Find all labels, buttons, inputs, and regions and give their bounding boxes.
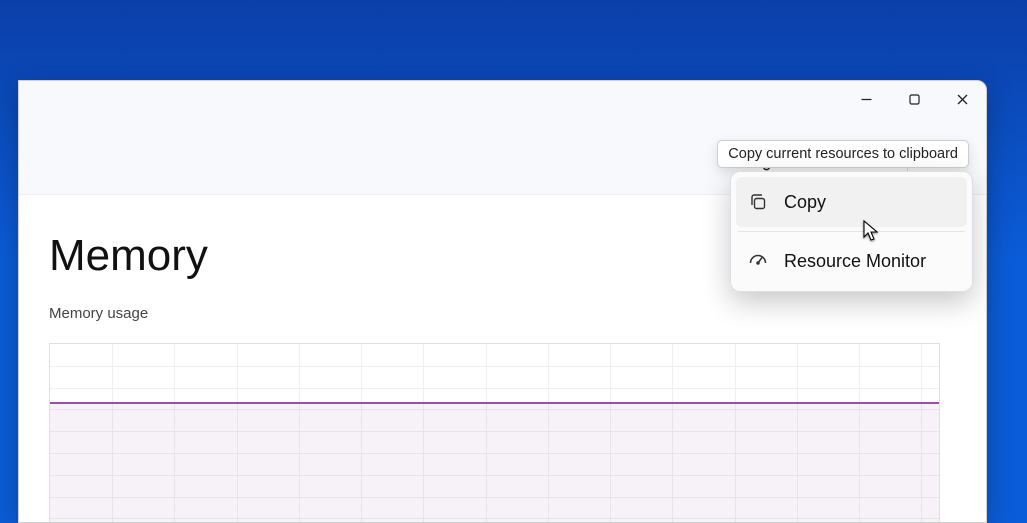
menu-item-label: Resource Monitor [784,251,926,272]
memory-plot-area [50,402,939,523]
more-menu: Copy Resource Monitor [730,171,973,292]
menu-item-copy[interactable]: Copy [736,177,967,227]
chart-label: Memory usage [49,305,986,322]
menu-separator [738,231,965,232]
close-button[interactable] [938,81,986,117]
memory-chart [49,343,940,523]
menu-item-label: Copy [784,192,826,213]
gauge-icon [748,251,768,271]
minimize-button[interactable] [842,81,890,117]
close-icon [957,94,968,105]
copy-icon [748,192,768,212]
maximize-button[interactable] [890,81,938,117]
maximize-icon [909,94,920,105]
tooltip: Copy current resources to clipboard [717,140,969,168]
titlebar [19,81,986,129]
menu-item-resource-monitor[interactable]: Resource Monitor [736,236,967,286]
minimize-icon [861,94,872,105]
window-controls [842,81,986,117]
